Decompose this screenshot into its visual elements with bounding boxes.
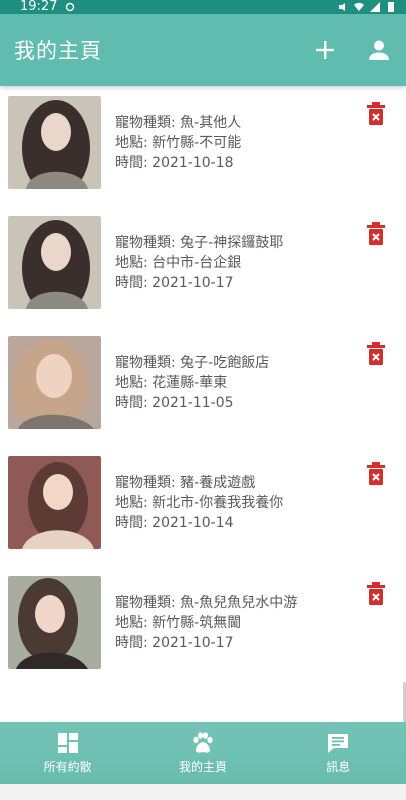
location: 地點: 新竹縣-筑無閫 — [115, 615, 242, 631]
location: 地點: 新北市-你養我我養你 — [115, 495, 284, 511]
list-item[interactable]: 寵物種類: 兔子-神探鑼鼓耶 地點: 台中市-台企銀 時間: 2021-10-1… — [0, 206, 406, 326]
date: 時間: 2021-10-14 — [115, 515, 234, 531]
pet-photo — [8, 216, 101, 309]
trash-icon — [367, 222, 385, 245]
plus-icon — [316, 41, 334, 59]
nav-all-events[interactable]: 所有約散 — [8, 732, 128, 775]
item-info: 寵物種類: 魚-魚兒魚兒水中游 地點: 新竹縣-筑無閫 時間: 2021-10-… — [115, 593, 297, 653]
pet-type: 寵物種類: 兔子-吃飽飯店 — [115, 355, 270, 371]
status-time: 19:27 — [20, 0, 58, 14]
battery-icon — [388, 2, 394, 12]
pet-photo — [8, 576, 101, 669]
trash-icon — [367, 102, 385, 125]
message-icon — [328, 733, 349, 753]
system-nav-bar — [0, 784, 406, 800]
item-info: 寵物種類: 兔子-神探鑼鼓耶 地點: 台中市-台企銀 時間: 2021-10-1… — [115, 233, 283, 293]
list-item[interactable]: 寵物種類: 豬-養成遊戲 地點: 新北市-你養我我養你 時間: 2021-10-… — [0, 446, 406, 566]
list-item[interactable]: 寵物種類: 魚-其他人 地點: 新竹縣-不可能 時間: 2021-10-18 — [0, 86, 406, 206]
wifi-icon — [354, 2, 364, 12]
delete-button[interactable] — [366, 582, 386, 606]
pet-type: 寵物種類: 兔子-神探鑼鼓耶 — [115, 235, 284, 251]
status-bar: 19:27 — [0, 0, 406, 14]
dashboard-icon — [57, 732, 78, 753]
delete-button[interactable] — [366, 342, 386, 366]
delete-button[interactable] — [366, 102, 386, 126]
pet-type: 寵物種類: 魚-魚兒魚兒水中游 — [115, 595, 298, 611]
pet-photo — [8, 96, 101, 189]
appointment-list: 寵物種類: 魚-其他人 地點: 新竹縣-不可能 時間: 2021-10-18 寵… — [0, 86, 406, 762]
location: 地點: 花蓮縣-華東 — [115, 375, 228, 391]
nav-label: 所有約散 — [43, 759, 92, 774]
date: 時間: 2021-10-18 — [115, 155, 234, 171]
pet-photo — [8, 456, 101, 549]
list-item[interactable]: 寵物種類: 魚-魚兒魚兒水中游 地點: 新竹縣-筑無閫 時間: 2021-10-… — [0, 566, 406, 686]
pet-type: 寵物種類: 豬-養成遊戲 — [115, 475, 256, 491]
pet-photo — [8, 336, 101, 429]
nav-label: 訊息 — [326, 759, 351, 774]
bottom-nav: 所有約散 我的主頁 訊息 — [0, 722, 406, 784]
page-title: 我的主頁 — [14, 39, 102, 63]
user-icon — [369, 40, 389, 60]
nav-messages[interactable]: 訊息 — [278, 732, 398, 775]
add-button[interactable] — [312, 37, 338, 63]
trash-icon — [367, 462, 385, 485]
date: 時間: 2021-10-17 — [115, 635, 234, 651]
location: 地點: 台中市-台企銀 — [115, 255, 242, 271]
nav-my-page[interactable]: 我的主頁 — [143, 731, 263, 775]
trash-icon — [367, 582, 385, 605]
delete-button[interactable] — [366, 462, 386, 486]
date: 時間: 2021-10-17 — [115, 275, 234, 291]
sync-icon — [66, 2, 75, 12]
item-info: 寵物種類: 魚-其他人 地點: 新竹縣-不可能 時間: 2021-10-18 — [115, 113, 241, 173]
signal-icon — [370, 2, 380, 12]
trash-icon — [367, 342, 385, 365]
pet-type: 寵物種類: 魚-其他人 — [115, 115, 242, 131]
date: 時間: 2021-11-05 — [115, 395, 234, 411]
location: 地點: 新竹縣-不可能 — [115, 135, 242, 151]
delete-button[interactable] — [366, 222, 386, 246]
app-bar: 我的主頁 — [0, 14, 406, 86]
item-info: 寵物種類: 豬-養成遊戲 地點: 新北市-你養我我養你 時間: 2021-10-… — [115, 473, 283, 533]
paw-icon — [193, 731, 213, 753]
nav-label: 我的主頁 — [178, 759, 227, 774]
mute-icon — [339, 3, 345, 11]
list-item[interactable]: 寵物種類: 兔子-吃飽飯店 地點: 花蓮縣-華東 時間: 2021-11-05 — [0, 326, 406, 446]
profile-button[interactable] — [366, 37, 392, 63]
item-info: 寵物種類: 兔子-吃飽飯店 地點: 花蓮縣-華東 時間: 2021-11-05 — [115, 353, 269, 413]
